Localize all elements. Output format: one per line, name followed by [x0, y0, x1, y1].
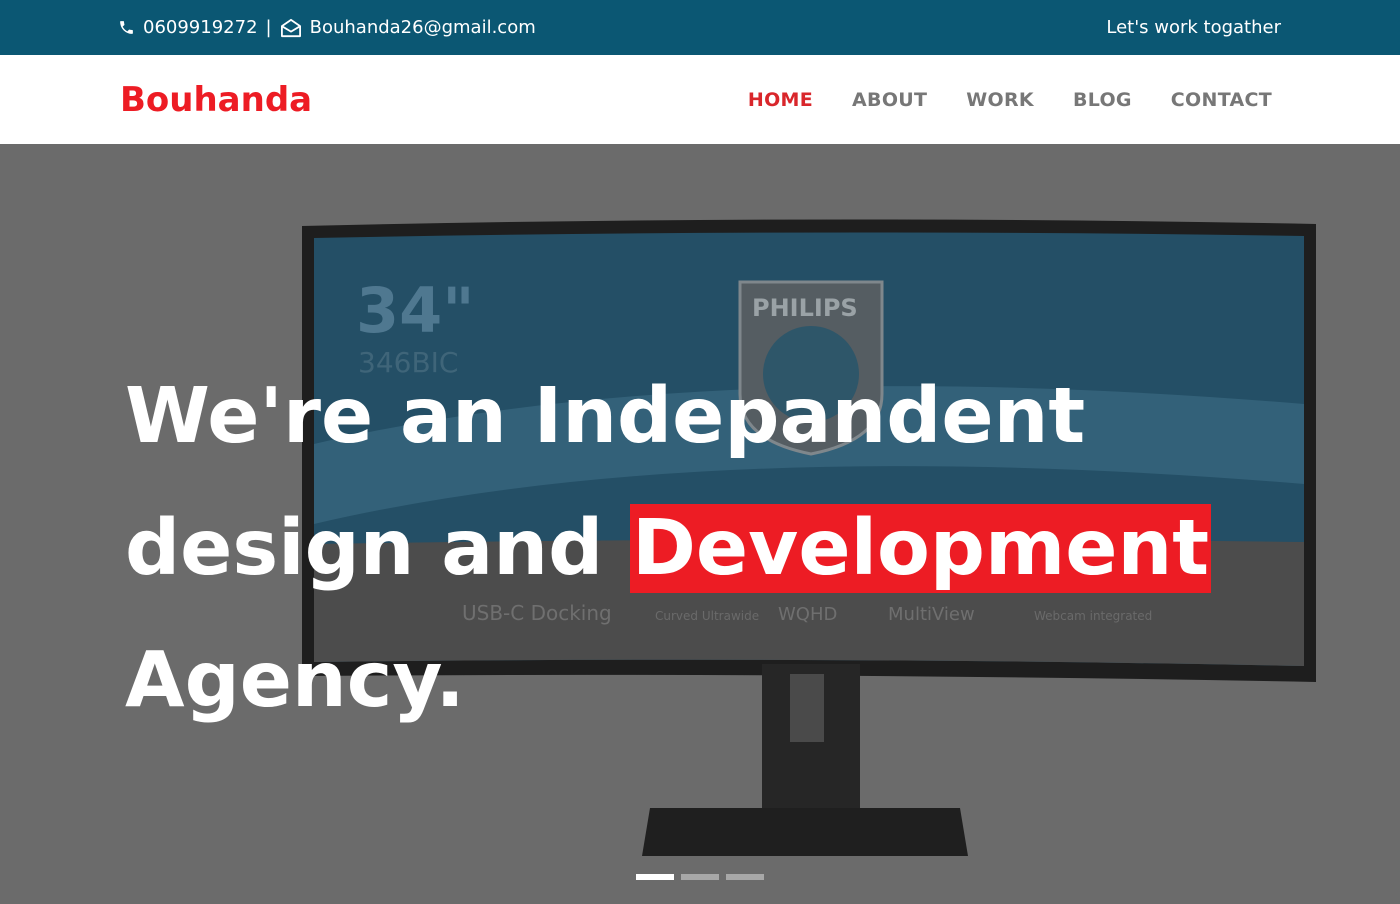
top-info-bar: 0609919272 | Bouhanda26@gmail.com Let's … — [0, 0, 1400, 55]
carousel-indicator-3[interactable] — [726, 874, 764, 880]
nav-item-home: HOME — [748, 89, 813, 111]
tagline: Let's work togather — [1106, 17, 1281, 38]
phone-number[interactable]: 0609919272 — [143, 17, 258, 38]
monitor-brand-text: PHILIPS — [752, 294, 858, 322]
hero-carousel: 34" 346BIC PHILIPS USB-C Docking Curved … — [0, 144, 1400, 904]
envelope-icon — [280, 18, 302, 38]
carousel-indicator-1[interactable] — [636, 874, 674, 880]
carousel-indicators — [636, 874, 764, 880]
headline-line-1: We're an Indepandent — [125, 372, 1086, 461]
nav-item-work: WORK — [966, 89, 1034, 111]
nav-link-contact[interactable]: CONTACT — [1171, 89, 1272, 111]
nav-item-about: ABOUT — [852, 89, 927, 111]
contact-separator: | — [265, 17, 272, 38]
hero-headline: We're an Indepandent design and Developm… — [125, 351, 1225, 747]
nav-link-blog[interactable]: BLOG — [1073, 89, 1132, 111]
main-navbar: Bouhanda HOME ABOUT WORK BLOG CONTACT — [0, 55, 1400, 144]
nav-item-blog: BLOG — [1073, 89, 1132, 111]
headline-line-2-prefix: design and — [125, 504, 631, 593]
nav-link-about[interactable]: ABOUT — [852, 89, 927, 111]
carousel-indicator-2[interactable] — [681, 874, 719, 880]
brand-logo[interactable]: Bouhanda — [120, 55, 312, 144]
nav-link-home[interactable]: HOME — [748, 89, 813, 111]
contact-info: 0609919272 | Bouhanda26@gmail.com — [118, 0, 536, 55]
nav-menu: HOME ABOUT WORK BLOG CONTACT — [748, 55, 1272, 144]
headline-line-3: Agency. — [125, 636, 465, 725]
email-address[interactable]: Bouhanda26@gmail.com — [310, 17, 536, 38]
nav-link-work[interactable]: WORK — [966, 89, 1034, 111]
nav-item-contact: CONTACT — [1171, 89, 1272, 111]
phone-icon — [118, 19, 135, 36]
monitor-size-text: 34" — [356, 274, 475, 347]
headline-highlight: Development — [630, 504, 1212, 593]
